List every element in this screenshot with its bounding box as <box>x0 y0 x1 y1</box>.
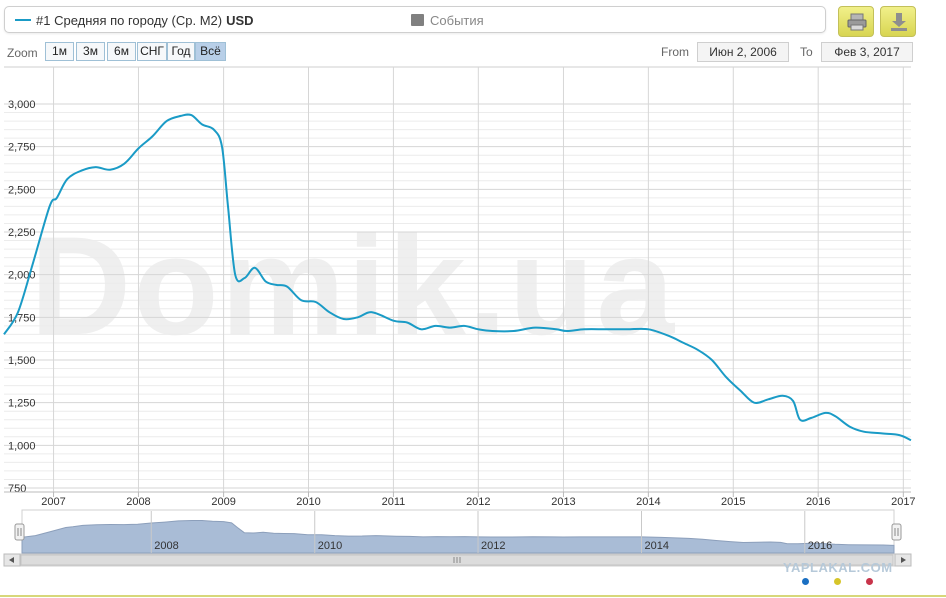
scroll-left-button[interactable] <box>3 553 21 567</box>
x-tick-label: 2008 <box>126 496 150 508</box>
x-tick-label: 2014 <box>636 496 660 508</box>
y-tick-label: 2,750 <box>8 142 36 154</box>
navigator-tick-label: 2010 <box>318 540 342 552</box>
y-tick-label: 2,500 <box>8 184 36 196</box>
site-watermark: YAPLAKAL.COM <box>783 560 893 575</box>
x-tick-label: 2013 <box>551 496 575 508</box>
navigator-right-handle[interactable] <box>891 523 902 541</box>
pager-dot-blue[interactable] <box>802 578 809 585</box>
x-tick-label: 2017 <box>891 496 915 508</box>
y-tick-label: 750 <box>8 483 26 495</box>
y-tick-label: 3,000 <box>8 99 36 111</box>
navigator-left-handle[interactable] <box>14 523 25 541</box>
x-tick-label: 2016 <box>806 496 830 508</box>
navigator-tick-label: 2014 <box>645 540 669 552</box>
navigator-tick-label: 2012 <box>481 540 505 552</box>
y-tick-label: 2,250 <box>8 227 36 239</box>
chart: 7501,0001,2501,5001,7502,0002,2502,5002,… <box>0 66 946 597</box>
navigator-tick-label: 2016 <box>808 540 832 552</box>
pager-dot-red[interactable] <box>866 578 873 585</box>
y-tick-label: 1,250 <box>8 398 36 410</box>
pager-dot-yellow[interactable] <box>834 578 841 585</box>
x-tick-label: 2009 <box>211 496 235 508</box>
y-tick-label: 1,000 <box>8 440 36 452</box>
x-tick-label: 2015 <box>721 496 745 508</box>
x-tick-label: 2007 <box>41 496 65 508</box>
y-tick-label: 1,500 <box>8 355 36 367</box>
x-tick-label: 2012 <box>466 496 490 508</box>
scroll-right-button[interactable] <box>894 553 912 567</box>
navigator-tick-label: 2008 <box>154 540 178 552</box>
x-tick-label: 2010 <box>296 496 320 508</box>
x-tick-label: 2011 <box>382 496 406 508</box>
